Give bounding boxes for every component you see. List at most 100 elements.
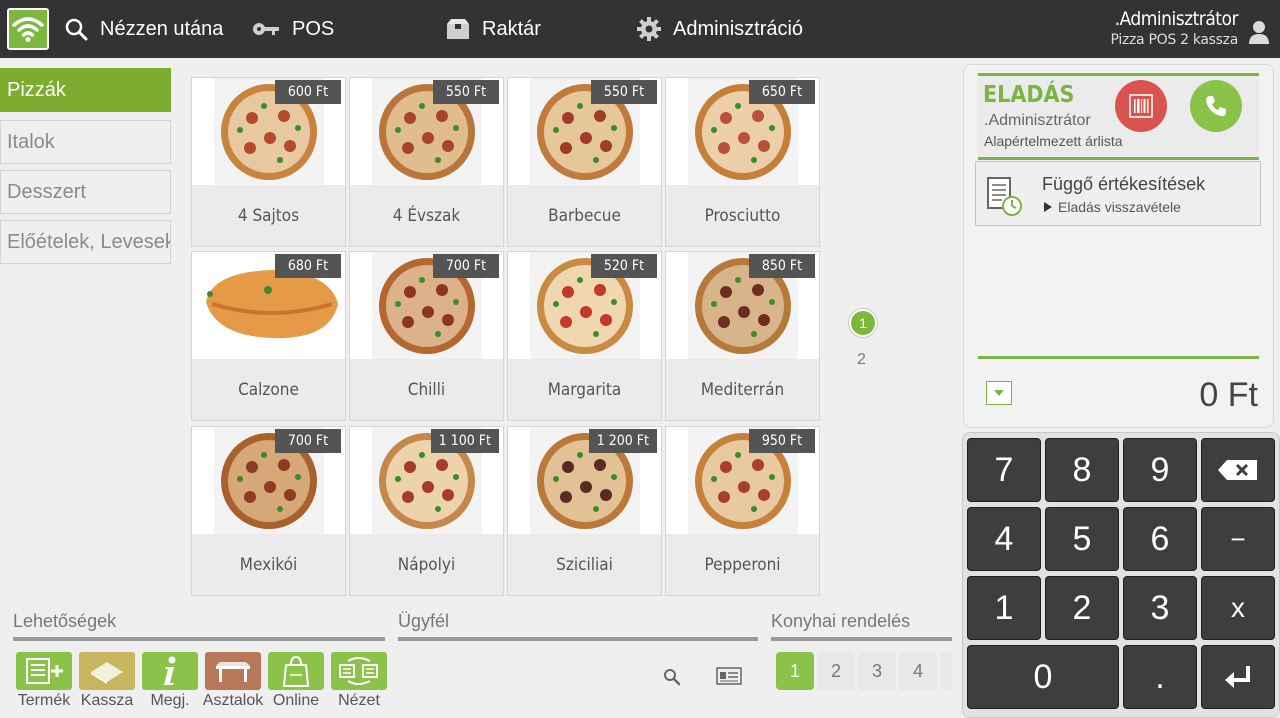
sale-pricelist[interactable]: Alapértelmezett árlista (984, 133, 1123, 149)
box-icon (447, 19, 469, 39)
key-6[interactable]: 6 (1123, 507, 1197, 571)
nav-admin[interactable]: Adminisztráció (637, 0, 803, 58)
category-label: Pizzák (7, 78, 66, 101)
backspace-icon (1218, 460, 1257, 480)
product-tile[interactable]: 680 Ft Calzone (191, 251, 346, 421)
key-minus[interactable]: − (1201, 507, 1275, 571)
page-2-button[interactable]: 2 (857, 351, 866, 369)
kitchen-order-4[interactable]: 4 (899, 652, 937, 690)
options-divider (13, 637, 385, 641)
view-button-label: Nézet (338, 692, 380, 709)
product-tile[interactable]: 1 200 Ft Sziciliai (507, 426, 662, 596)
key-4[interactable]: 4 (967, 507, 1041, 571)
customer-card-icon[interactable] (716, 667, 742, 685)
register-button[interactable] (79, 652, 135, 690)
sale-title: ELADÁS (983, 82, 1075, 108)
pending-subtitle-label: Eladás visszavétele (1058, 199, 1181, 215)
kitchen-order-3[interactable]: 3 (858, 652, 896, 690)
product-price: 700 Ft (275, 429, 341, 453)
product-name: 4 Sajtos (237, 206, 300, 226)
nav-pos[interactable]: POS (252, 0, 334, 58)
product-price: 700 Ft (433, 254, 499, 278)
product-tile[interactable]: 700 Ft Mexikói (191, 426, 346, 596)
product-tile[interactable]: 520 Ft Margarita (507, 251, 662, 421)
total-divider (978, 356, 1259, 359)
pending-subtitle[interactable]: Eladás visszavétele (1044, 199, 1181, 215)
key-multiply[interactable]: x (1201, 576, 1275, 640)
key-8[interactable]: 8 (1045, 438, 1119, 502)
top-bar: Nézzen utána POS Raktár Adminisztráció .… (0, 0, 1280, 58)
expand-dropdown-button[interactable] (986, 381, 1012, 405)
kitchen-order-2[interactable]: 2 (817, 652, 855, 690)
category-label: Italok (7, 130, 55, 153)
gear-icon (637, 17, 661, 41)
pending-sales[interactable]: Függő értékesítések Eladás visszavétele (975, 161, 1261, 226)
nav-warehouse[interactable]: Raktár (446, 0, 541, 58)
barcode-button[interactable] (1115, 80, 1167, 132)
key-7[interactable]: 7 (967, 438, 1041, 502)
chevron-down-icon (994, 390, 1004, 396)
category-label: Előételek, Levesek (7, 230, 171, 253)
product-button[interactable] (16, 652, 72, 690)
product-tile[interactable]: 1 100 Ft Nápolyi (349, 426, 504, 596)
tables-button-label: Asztalok (202, 692, 264, 709)
tables-button[interactable] (205, 652, 261, 690)
key-icon (253, 23, 279, 35)
note-button-label: Megj. (150, 692, 190, 709)
sale-total: 0 Ft (1199, 376, 1258, 414)
product-tile[interactable]: 700 Ft Chilli (349, 251, 504, 421)
caret-right-icon (1044, 202, 1052, 212)
customer-search-icon[interactable] (663, 668, 681, 686)
category-eloetelek[interactable]: Előételek, Levesek (0, 220, 171, 264)
product-tile[interactable]: 850 Ft Mediterrán (665, 251, 820, 421)
enter-icon (1225, 666, 1250, 688)
product-name: Prosciutto (704, 206, 781, 226)
product-name: 4 Évszak (392, 206, 461, 226)
product-price: 1 200 Ft (588, 429, 657, 453)
user-name: .Adminisztrátor (1114, 8, 1239, 30)
category-italok[interactable]: Italok (0, 120, 171, 164)
kitchen-order-1[interactable]: 1 (776, 652, 814, 690)
key-9[interactable]: 9 (1123, 438, 1197, 502)
view-button[interactable] (331, 652, 387, 690)
sale-header: ELADÁS .Adminisztrátor Alapértelmezett á… (978, 73, 1259, 160)
product-tile[interactable]: 650 Ft Prosciutto (665, 77, 820, 247)
nav-pos-label: POS (292, 17, 335, 40)
customer-divider (398, 637, 758, 641)
user-info[interactable]: .Adminisztrátor Pizza POS 2 kassza (1110, 8, 1239, 48)
product-add-icon (26, 658, 63, 684)
product-tile[interactable]: 600 Ft 4 Sajtos (191, 77, 346, 247)
category-pizzak[interactable]: Pizzák (0, 68, 171, 112)
product-name: Sziciliai (556, 555, 613, 575)
product-tile[interactable]: 950 Ft Pepperoni (665, 426, 820, 596)
key-backspace[interactable] (1201, 438, 1275, 502)
phone-button[interactable] (1190, 80, 1242, 132)
key-1[interactable]: 1 (967, 576, 1041, 640)
key-decimal[interactable]: . (1123, 645, 1197, 709)
register-name: Pizza POS 2 kassza (1110, 32, 1239, 48)
kitchen-divider (771, 637, 952, 641)
product-tile[interactable]: 550 Ft 4 Évszak (349, 77, 504, 247)
product-price: 680 Ft (275, 254, 341, 278)
cash-register-icon (91, 662, 123, 684)
key-0[interactable]: 0 (967, 645, 1119, 709)
product-price: 650 Ft (749, 80, 815, 104)
product-name: Barbecue (548, 206, 621, 226)
key-2[interactable]: 2 (1045, 576, 1119, 640)
category-desszert[interactable]: Desszert (0, 170, 171, 214)
product-price: 850 Ft (749, 254, 815, 278)
nav-search[interactable]: Nézzen utána (64, 0, 223, 58)
sale-user: .Adminisztrátor (984, 112, 1091, 129)
note-button[interactable] (142, 652, 198, 690)
online-button-label: Online (272, 692, 320, 709)
key-5[interactable]: 5 (1045, 507, 1119, 571)
online-button[interactable] (268, 652, 324, 690)
page-1-button[interactable]: 1 (849, 309, 877, 337)
product-price: 950 Ft (749, 429, 815, 453)
kitchen-order-more[interactable] (940, 652, 952, 690)
product-tile[interactable]: 550 Ft Barbecue (507, 77, 662, 247)
nav-search-label: Nézzen utána (100, 17, 224, 40)
wifi-button[interactable] (7, 8, 49, 50)
key-3[interactable]: 3 (1123, 576, 1197, 640)
key-enter[interactable] (1201, 645, 1275, 709)
